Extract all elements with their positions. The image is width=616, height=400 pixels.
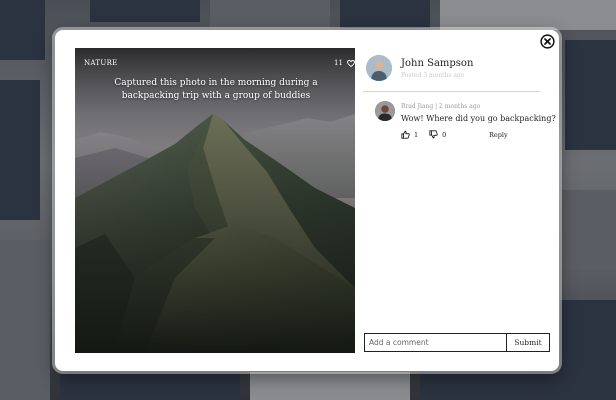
author-avatar[interactable] — [366, 55, 392, 81]
comment-actions: 1 0 — [401, 130, 446, 139]
divider — [363, 91, 540, 92]
thumbs-down-icon[interactable] — [429, 130, 438, 139]
like-count: 11 — [334, 59, 343, 67]
comment-dislike-count: 0 — [442, 130, 447, 139]
submit-button[interactable]: Submit — [506, 333, 550, 352]
thumbs-up-icon[interactable] — [401, 130, 410, 139]
comment-meta: Brad Jiang | 2 months ago — [401, 103, 481, 110]
comment-text: Wow! Where did you go backpacking? — [401, 114, 556, 123]
post-category: NATURE — [84, 59, 118, 67]
post-timestamp: Posted 3 months ago — [401, 72, 465, 79]
commenter-avatar[interactable] — [375, 101, 395, 121]
post-likes: 11 — [334, 59, 355, 67]
author-name[interactable]: John Sampson — [401, 58, 473, 69]
heart-icon[interactable] — [346, 59, 355, 67]
post-caption: Captured this photo in the morning durin… — [114, 78, 318, 101]
close-icon[interactable] — [540, 34, 555, 49]
comment-input[interactable] — [364, 333, 507, 352]
comment-like-count: 1 — [414, 130, 419, 139]
reply-button[interactable]: Reply — [489, 131, 508, 139]
